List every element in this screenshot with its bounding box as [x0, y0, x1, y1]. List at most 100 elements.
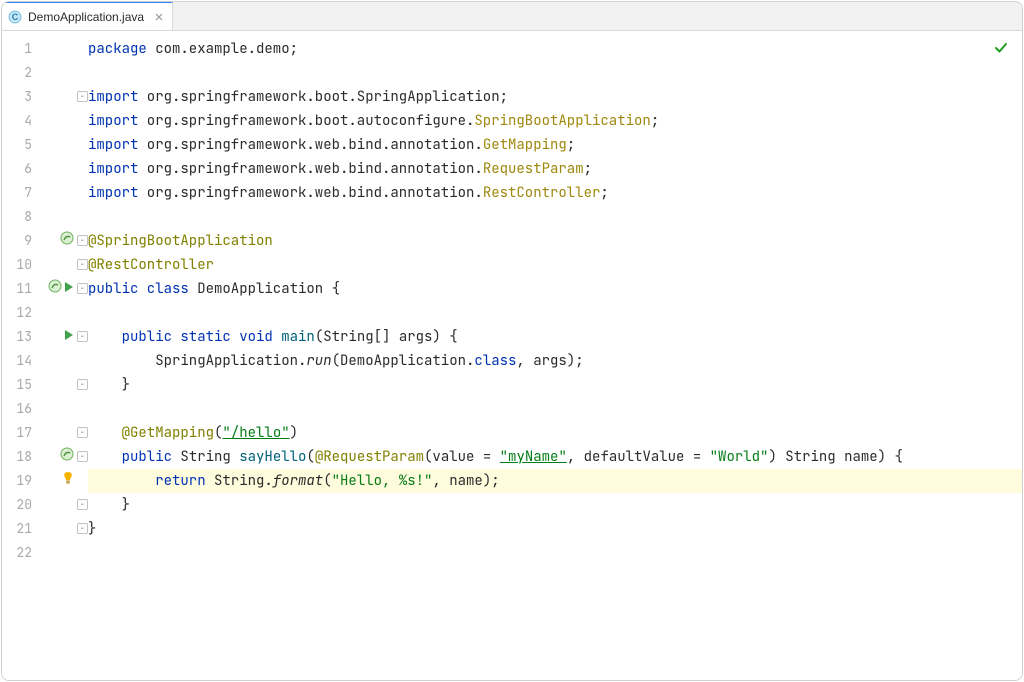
fold-toggle-icon[interactable]: −	[77, 235, 88, 246]
code-line[interactable]	[88, 301, 1022, 325]
token-plain: )	[290, 424, 298, 442]
line-number-gutter[interactable]: 12345678910111213141516171819202122	[2, 31, 78, 680]
run-gutter-icon[interactable]	[64, 277, 74, 301]
gutter-marker[interactable]	[60, 445, 74, 469]
line-number[interactable]: 17	[2, 421, 78, 445]
token-plain: SpringApplication.	[88, 352, 306, 370]
token-ann-unk: @RestController	[88, 256, 214, 274]
fold-toggle-icon[interactable]: −	[77, 331, 88, 342]
fold-toggle-icon[interactable]: −	[77, 427, 88, 438]
token-plain: DemoApplication {	[189, 280, 340, 298]
code-line[interactable]: −@SpringBootApplication	[88, 229, 1022, 253]
code-area[interactable]: package com.example.demo;−import org.spr…	[78, 31, 1022, 680]
token-kw: package	[88, 40, 147, 58]
token-ann-unk: @RequestParam	[315, 448, 424, 466]
code-line[interactable]: − public String sayHello(@RequestParam(v…	[88, 445, 1022, 469]
spring-bean-icon[interactable]	[60, 445, 74, 469]
line-number[interactable]: 9	[2, 229, 78, 253]
file-tab-label: DemoApplication.java	[28, 10, 144, 24]
gutter-marker[interactable]	[60, 229, 74, 253]
token-plain: }	[88, 520, 96, 538]
fold-toggle-icon[interactable]: −	[77, 379, 88, 390]
line-number[interactable]: 15	[2, 373, 78, 397]
code-line[interactable]: SpringApplication.run(DemoApplication.cl…	[88, 349, 1022, 373]
spring-bean-icon[interactable]	[60, 229, 74, 253]
fold-toggle-icon[interactable]: −	[77, 91, 88, 102]
run-gutter-icon[interactable]	[64, 325, 74, 349]
gutter-marker[interactable]	[62, 469, 74, 493]
line-number[interactable]: 19	[2, 469, 78, 493]
code-line[interactable]: package com.example.demo;	[88, 37, 1022, 61]
code-line[interactable]	[88, 205, 1022, 229]
line-number[interactable]: 14	[2, 349, 78, 373]
code-line[interactable]: − public static void main(String[] args)…	[88, 325, 1022, 349]
line-number[interactable]: 12	[2, 301, 78, 325]
fold-toggle-icon[interactable]: −	[77, 259, 88, 270]
token-plain	[88, 472, 155, 490]
token-kw: import	[88, 136, 138, 154]
code-line[interactable]: − @GetMapping("/hello")	[88, 421, 1022, 445]
fold-toggle-icon[interactable]: −	[77, 451, 88, 462]
token-kw: public class	[88, 280, 189, 298]
line-number[interactable]: 4	[2, 109, 78, 133]
token-plain: }	[88, 496, 130, 514]
line-number[interactable]: 18	[2, 445, 78, 469]
token-plain: org.springframework.web.bind.annotation.	[138, 136, 482, 154]
line-number[interactable]: 22	[2, 541, 78, 565]
fold-toggle-icon[interactable]: −	[77, 283, 88, 294]
line-number[interactable]: 6	[2, 157, 78, 181]
gutter-marker[interactable]	[48, 277, 74, 301]
line-number[interactable]: 11	[2, 277, 78, 301]
token-kw: import	[88, 88, 138, 106]
code-line[interactable]: −@RestController	[88, 253, 1022, 277]
code-line[interactable]: import org.springframework.web.bind.anno…	[88, 133, 1022, 157]
line-number[interactable]: 1	[2, 37, 78, 61]
code-line[interactable]	[88, 541, 1022, 565]
line-number[interactable]: 10	[2, 253, 78, 277]
gutter-marker[interactable]	[64, 325, 74, 349]
editor-area[interactable]: 12345678910111213141516171819202122 pack…	[2, 31, 1022, 680]
file-tab-active[interactable]: C DemoApplication.java	[2, 1, 173, 30]
line-number[interactable]: 5	[2, 133, 78, 157]
token-plain: com.example.demo;	[147, 40, 298, 58]
spring-bean-icon[interactable]	[48, 277, 62, 301]
code-line[interactable]: return String.format("Hello, %s!", name)…	[88, 469, 1022, 493]
code-line[interactable]: import org.springframework.web.bind.anno…	[88, 157, 1022, 181]
token-plain: (	[323, 472, 331, 490]
line-number[interactable]: 21	[2, 517, 78, 541]
token-kw: public static void	[122, 328, 273, 346]
token-plain: String	[172, 448, 239, 466]
code-line[interactable]: −import org.springframework.boot.SpringA…	[88, 85, 1022, 109]
code-line[interactable]: −}	[88, 517, 1022, 541]
code-line[interactable]: − }	[88, 493, 1022, 517]
token-plain: ) String name) {	[768, 448, 902, 466]
token-plain: , args);	[516, 352, 583, 370]
token-plain	[88, 448, 122, 466]
line-number[interactable]: 7	[2, 181, 78, 205]
fold-toggle-icon[interactable]: −	[77, 499, 88, 510]
token-plain: , defaultValue =	[567, 448, 710, 466]
close-icon[interactable]	[154, 12, 164, 22]
line-number[interactable]: 2	[2, 61, 78, 85]
token-str: "Hello, %s!"	[332, 472, 433, 490]
intention-bulb-icon[interactable]	[62, 469, 74, 493]
code-line[interactable]	[88, 61, 1022, 85]
line-number[interactable]: 8	[2, 205, 78, 229]
token-fn-def: main	[281, 328, 315, 346]
code-line[interactable]: import org.springframework.web.bind.anno…	[88, 181, 1022, 205]
code-line[interactable]: import org.springframework.boot.autoconf…	[88, 109, 1022, 133]
tab-bar: C DemoApplication.java	[2, 2, 1022, 31]
code-line[interactable]: − }	[88, 373, 1022, 397]
line-number[interactable]: 13	[2, 325, 78, 349]
line-number[interactable]: 3	[2, 85, 78, 109]
fold-toggle-icon[interactable]: −	[77, 523, 88, 534]
code-line[interactable]: −public class DemoApplication {	[88, 277, 1022, 301]
token-fn-def: sayHello	[239, 448, 306, 466]
line-number[interactable]: 20	[2, 493, 78, 517]
code-line[interactable]	[88, 397, 1022, 421]
line-number[interactable]: 16	[2, 397, 78, 421]
token-kw: class	[474, 352, 516, 370]
token-plain: (value =	[424, 448, 500, 466]
token-kw: import	[88, 184, 138, 202]
token-kw: return	[155, 472, 205, 490]
